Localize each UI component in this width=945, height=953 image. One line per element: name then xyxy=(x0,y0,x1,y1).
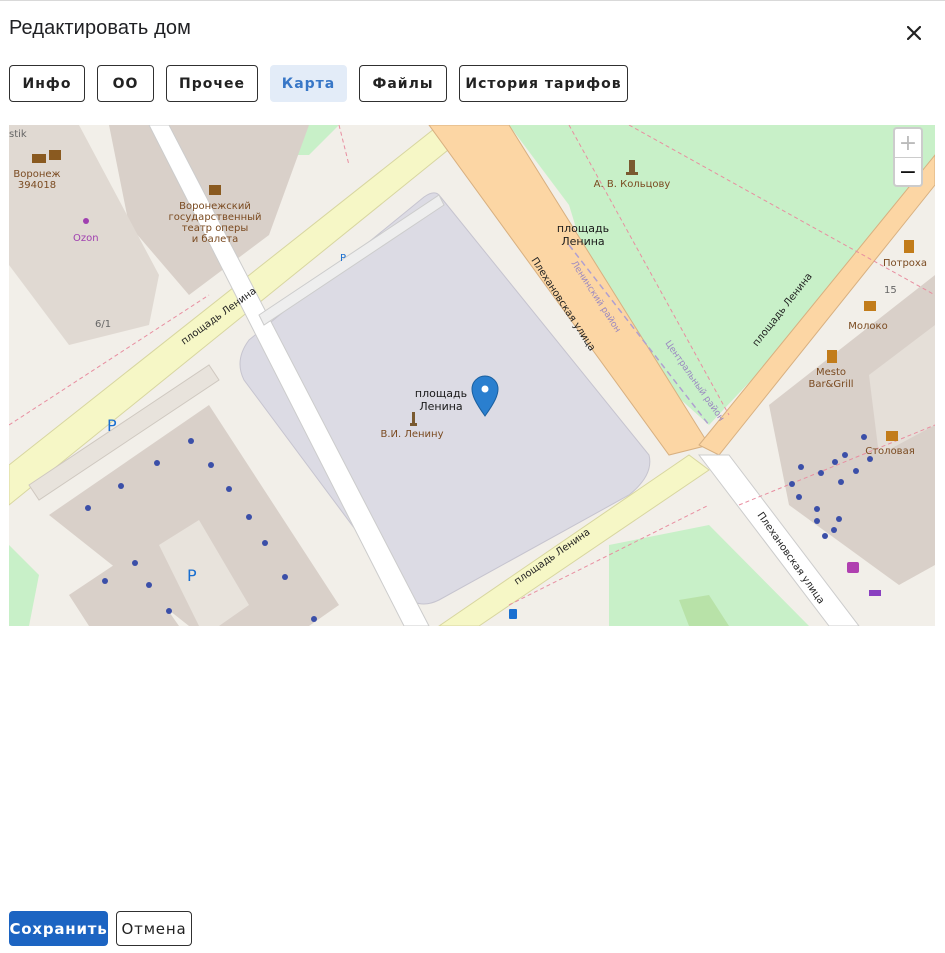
map-label-square-l1: площадь xyxy=(415,387,467,400)
map-label-koltsov: А. В. Кольцову xyxy=(594,179,671,190)
dialog-title: Редактировать дом xyxy=(9,17,191,39)
map-label-ozon: Ozon xyxy=(73,233,99,244)
map-label-monument: В.И. Ленину xyxy=(380,429,443,440)
map-canvas[interactable]: P P P площадь Ленина площадь Ленина В.И.… xyxy=(9,125,935,626)
tab-tariff-history[interactable]: История тарифов xyxy=(459,65,628,102)
parking-label-3: P xyxy=(340,253,346,264)
map-label-square-l2: Ленина xyxy=(419,400,462,413)
map-label-theatre-2: государственный xyxy=(168,212,261,223)
map-label-mesto-1: Mesto xyxy=(816,367,846,378)
tab-files[interactable]: Файлы xyxy=(359,65,447,102)
map-label-theatre-3: театр оперы xyxy=(182,223,249,234)
tab-info[interactable]: Инфо xyxy=(9,65,85,102)
map-label-potroha: Потроха xyxy=(883,258,927,269)
close-icon xyxy=(907,26,921,40)
zoom-out-button[interactable]: − xyxy=(895,158,921,186)
save-button[interactable]: Сохранить xyxy=(9,911,108,946)
zoom-in-button[interactable]: + xyxy=(895,129,921,158)
map-label-post-2: 394018 xyxy=(18,180,56,191)
edit-house-dialog: Редактировать дом Инфо ОО Прочее Карта Ф… xyxy=(0,0,945,953)
cancel-button[interactable]: Отмена xyxy=(116,911,192,946)
map-label-moloko: Молоко xyxy=(848,321,887,332)
map-label-theatre-1: Воронежский xyxy=(179,201,251,212)
parking-label-2: P xyxy=(187,566,197,585)
close-button[interactable] xyxy=(902,21,926,45)
zoom-control: + − xyxy=(893,127,923,187)
parking-label-1: P xyxy=(107,416,117,435)
map-label-stolovaya: Столовая xyxy=(865,446,914,457)
map-label-square-top-l1: площадь xyxy=(557,222,609,235)
tab-other[interactable]: Прочее xyxy=(166,65,258,102)
tab-map[interactable]: Карта xyxy=(270,65,347,102)
map-label-mesto-2: Bar&Grill xyxy=(808,379,853,390)
map-label-post-1: Воронеж xyxy=(13,169,60,180)
map-label-square-top-l2: Ленина xyxy=(561,235,604,248)
map-label-corner: stik xyxy=(9,129,27,140)
map-label-house-15: 15 xyxy=(884,285,897,296)
map-view[interactable]: P P P площадь Ленина площадь Ленина В.И.… xyxy=(9,125,935,626)
map-label-building-61: 6/1 xyxy=(95,319,111,330)
tab-oo[interactable]: ОО xyxy=(97,65,154,102)
map-label-theatre-4: и балета xyxy=(192,234,238,245)
